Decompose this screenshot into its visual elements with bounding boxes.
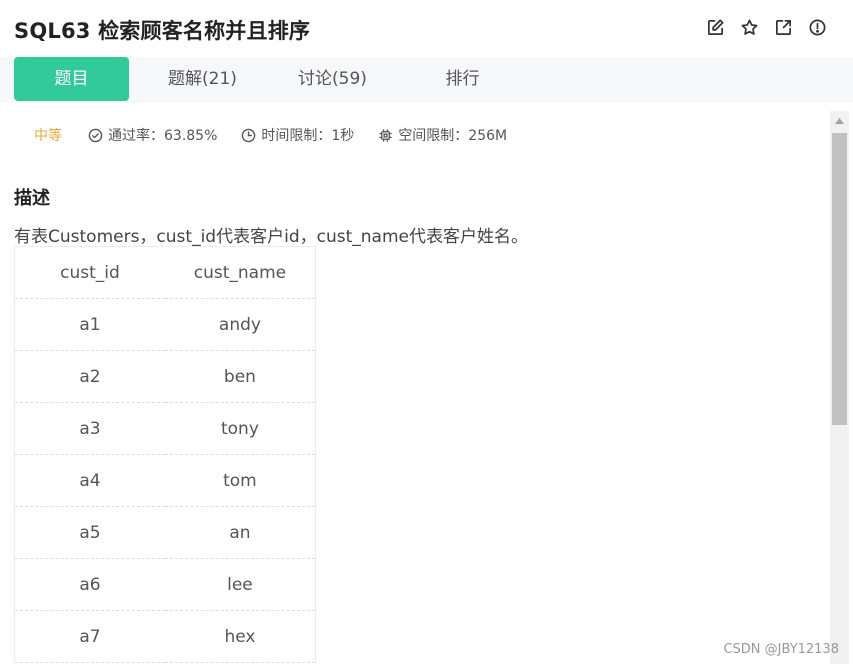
- table-cell: a3: [14, 402, 165, 455]
- external-link-icon[interactable]: [774, 18, 793, 37]
- table-cell: a6: [14, 558, 165, 611]
- header-toolbar: [706, 18, 827, 37]
- pass-rate-text: 通过率：63.85%: [108, 128, 218, 144]
- table-cell: tony: [164, 402, 316, 455]
- table-cell: tom: [164, 454, 316, 507]
- table-cell: a7: [14, 610, 165, 663]
- time-limit: 时间限制：1秒: [241, 125, 354, 145]
- table-header-row: cust_id cust_name: [14, 246, 316, 299]
- description-heading: 描述: [14, 188, 50, 209]
- table-cell: lee: [164, 558, 316, 611]
- table-row: a4 tom: [14, 454, 316, 507]
- difficulty-badge: 中等: [34, 128, 62, 144]
- description-text: 有表Customers，cust_id代表客户id，cust_name代表客户姓…: [14, 227, 528, 247]
- table-cell: a5: [14, 506, 165, 559]
- page-title: SQL63 检索顾客名称并且排序: [14, 19, 311, 43]
- table-cell: a1: [14, 298, 165, 351]
- column-header: cust_id: [14, 246, 165, 299]
- scrollbar-thumb[interactable]: [832, 133, 847, 425]
- table-row: a1 andy: [14, 298, 316, 351]
- table-row: a5 an: [14, 506, 316, 559]
- watermark: CSDN @JBY12138: [723, 642, 839, 657]
- tab-problem[interactable]: 题目: [14, 57, 129, 101]
- table-row: a3 tony: [14, 402, 316, 455]
- info-icon[interactable]: [808, 18, 827, 37]
- edit-icon[interactable]: [706, 18, 725, 37]
- pass-rate: 通过率：63.85%: [88, 125, 217, 145]
- table-row: a2 ben: [14, 350, 316, 403]
- tab-ranking[interactable]: 排行: [420, 57, 505, 101]
- vertical-scrollbar[interactable]: [830, 111, 849, 664]
- time-limit-text: 时间限制：1秒: [261, 128, 355, 144]
- problem-meta: 中等 通过率：63.85% 时间限制：1秒 空间限制：256M: [14, 125, 531, 145]
- tab-solutions[interactable]: 题解(21): [150, 57, 255, 101]
- table-cell: hex: [164, 610, 316, 663]
- clock-icon: [242, 128, 256, 142]
- table-cell: a4: [14, 454, 165, 507]
- table-cell: an: [164, 506, 316, 559]
- customers-table: cust_id cust_name a1 andy a2 ben a3 tony…: [14, 246, 316, 663]
- table-cell: ben: [164, 350, 316, 403]
- memory-limit: 空间限制：256M: [378, 125, 507, 145]
- memory-limit-text: 空间限制：256M: [398, 128, 508, 144]
- tab-bar: 题目 题解(21) 讨论(59) 排行: [0, 57, 853, 103]
- problem-header: SQL63 检索顾客名称并且排序: [0, 0, 853, 57]
- column-header: cust_name: [164, 246, 316, 299]
- chip-icon: [379, 128, 393, 142]
- scroll-up-arrow-icon[interactable]: [830, 111, 849, 130]
- table-cell: andy: [164, 298, 316, 351]
- tab-discussion[interactable]: 讨论(59): [280, 57, 385, 101]
- table-row: a7 hex: [14, 610, 316, 663]
- check-circle-icon: [88, 128, 103, 142]
- table-row: a6 lee: [14, 558, 316, 611]
- table-cell: a2: [14, 350, 165, 403]
- star-icon[interactable]: [740, 18, 759, 37]
